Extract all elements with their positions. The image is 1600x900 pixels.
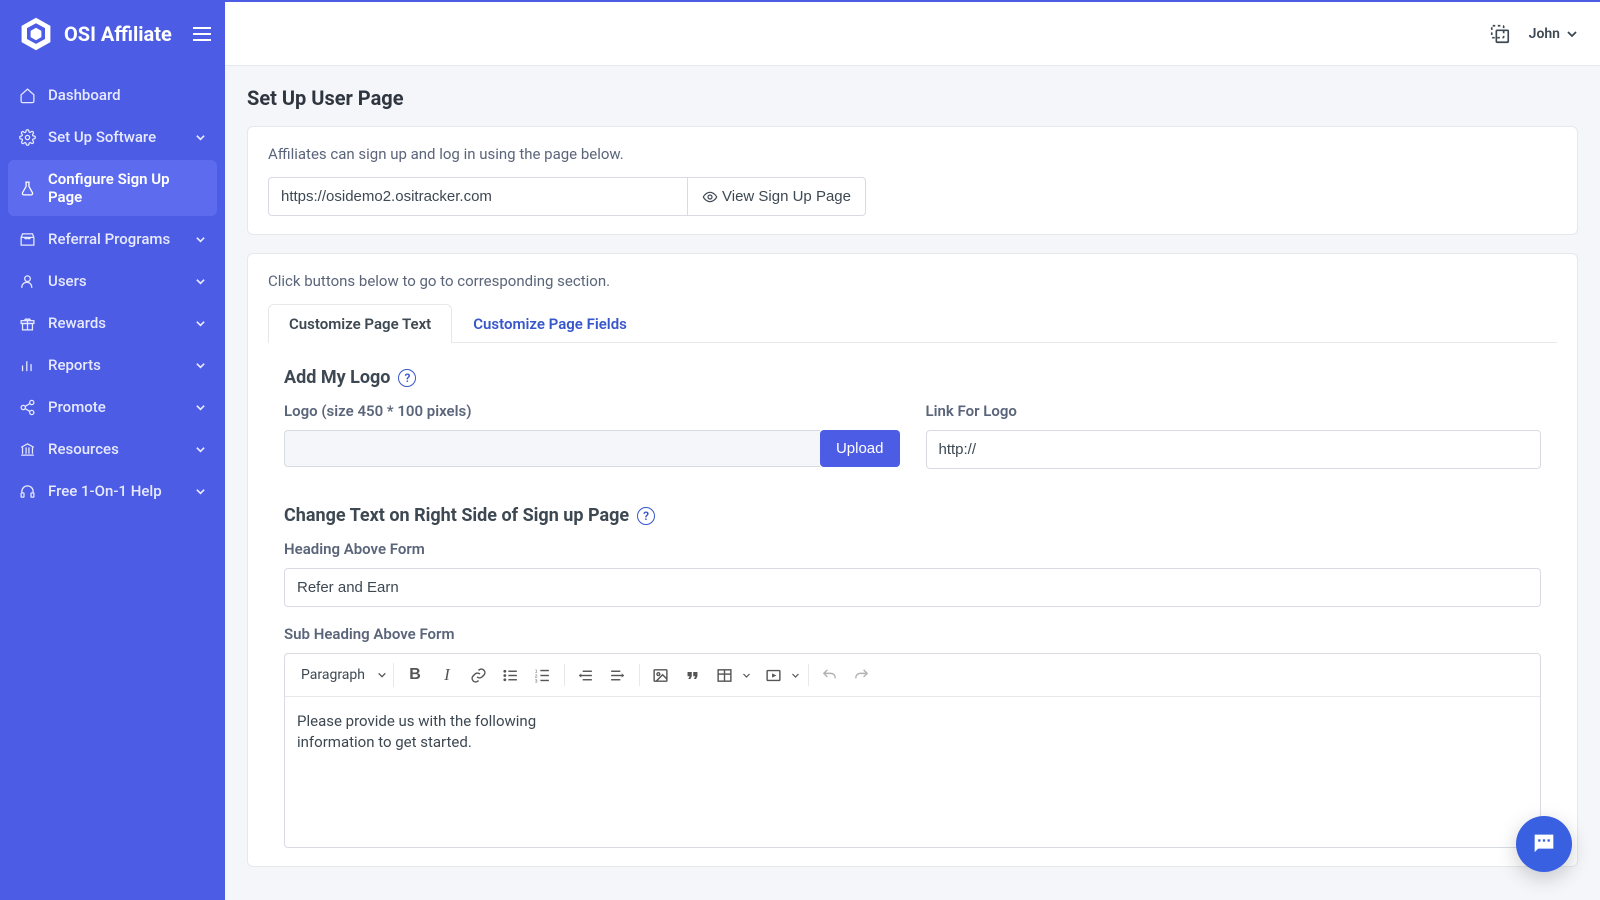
change-text-title: Change Text on Right Side of Sign up Pag… [268,505,1557,526]
sidebar-item-label: Promote [48,398,183,416]
chevron-down-icon [195,444,207,455]
share-icon [18,398,36,416]
devices-icon[interactable] [1489,23,1511,45]
headset-icon [18,482,36,500]
chevron-down-icon [195,234,207,245]
brand-logo-icon [18,16,54,52]
sidebar-item-label: Reports [48,356,183,374]
chevron-down-icon [195,318,207,329]
sidebar-item-label: Users [48,272,183,290]
chevron-down-icon [195,132,207,143]
gift-icon [18,314,36,332]
user-menu[interactable]: John [1529,26,1578,42]
sidebar-item-set-up-software[interactable]: Set Up Software [8,118,217,156]
brand-name: OSI Affiliate [64,22,183,46]
bold-button[interactable]: B [400,660,430,690]
media-button[interactable] [759,660,789,690]
heading-input[interactable] [284,568,1541,607]
sidebar-item-reports[interactable]: Reports [8,346,217,384]
editor-content[interactable]: Please provide us with the following inf… [285,697,1540,847]
chat-fab[interactable] [1516,816,1572,872]
svg-text:3: 3 [535,678,538,683]
chevron-down-icon [195,276,207,287]
chevron-down-icon [791,671,800,680]
sidebar-item-resources[interactable]: Resources [8,430,217,468]
flask-icon [18,179,36,197]
link-button[interactable] [464,660,494,690]
signup-url-input[interactable] [268,177,688,216]
view-signup-button[interactable]: View Sign Up Page [688,177,866,216]
signup-hint: Affiliates can sign up and log in using … [268,145,1557,163]
rich-text-editor: Paragraph B I 123 [284,653,1541,848]
sidebar-item-label: Dashboard [48,86,207,104]
link-for-logo-label: Link For Logo [926,402,1542,420]
sidebar-item-dashboard[interactable]: Dashboard [8,76,217,114]
sidebar-item-configure-sign-up-page[interactable]: Configure Sign Up Page [8,160,217,216]
eye-icon [702,189,718,205]
number-list-button[interactable]: 123 [528,660,558,690]
italic-button[interactable]: I [432,660,462,690]
image-button[interactable] [646,660,676,690]
section-hint: Click buttons below to go to correspondi… [268,272,1557,290]
sidebar-item-rewards[interactable]: Rewards [8,304,217,342]
topbar: John [225,2,1600,66]
logo-file-input[interactable] [284,430,820,467]
outdent-button[interactable] [571,660,601,690]
undo-button[interactable] [815,660,845,690]
sidebar-item-label: Free 1-On-1 Help [48,482,183,500]
sidebar-item-promote[interactable]: Promote [8,388,217,426]
sidebar-item-referral-programs[interactable]: Referral Programs [8,220,217,258]
chevron-down-icon [1566,28,1578,40]
chat-icon [1530,830,1558,858]
chevron-down-icon [377,670,387,680]
logo-label: Logo (size 450 * 100 pixels) [284,402,900,420]
user-icon [18,272,36,290]
paragraph-select[interactable]: Paragraph [293,663,373,687]
chevron-down-icon [195,360,207,371]
customize-card: Click buttons below to go to correspondi… [247,253,1578,867]
sidebar-item-label: Resources [48,440,183,458]
tab-customize-fields[interactable]: Customize Page Fields [452,304,648,343]
tab-customize-text[interactable]: Customize Page Text [268,304,452,343]
editor-toolbar: Paragraph B I 123 [285,654,1540,697]
home-icon [18,86,36,104]
sidebar-item-label: Rewards [48,314,183,332]
help-icon[interactable]: ? [637,507,655,525]
table-button[interactable] [710,660,740,690]
page-title: Set Up User Page [247,86,1578,110]
nav: Dashboard Set Up Software Configure Sign U… [0,66,225,514]
store-icon [18,230,36,248]
sidebar-item-users[interactable]: Users [8,262,217,300]
logo-link-input[interactable] [926,430,1542,469]
upload-button[interactable]: Upload [820,430,900,467]
svg-text:1: 1 [535,668,538,674]
chevron-down-icon [742,671,751,680]
svg-text:2: 2 [535,673,538,679]
gear-icon [18,128,36,146]
help-icon[interactable]: ? [398,369,416,387]
heading-label: Heading Above Form [284,540,1541,558]
redo-button[interactable] [847,660,877,690]
sidebar-item-label: Referral Programs [48,230,183,248]
chevron-down-icon [195,402,207,413]
chevron-down-icon [195,486,207,497]
user-name: John [1529,26,1560,42]
menu-toggle-icon[interactable] [193,27,211,41]
signup-url-card: Affiliates can sign up and log in using … [247,126,1578,235]
chart-icon [18,356,36,374]
add-logo-title: Add My Logo ? [268,367,1557,388]
sidebar-item-free-1-on-1-help[interactable]: Free 1-On-1 Help [8,472,217,510]
bank-icon [18,440,36,458]
subheading-label: Sub Heading Above Form [284,625,1541,643]
indent-button[interactable] [603,660,633,690]
sidebar-item-label: Set Up Software [48,128,183,146]
sidebar: OSI Affiliate Dashboard Set Up Software Co… [0,2,225,900]
bullet-list-button[interactable] [496,660,526,690]
content: Set Up User Page Affiliates can sign up … [225,66,1600,900]
sidebar-item-label: Configure Sign Up Page [48,170,207,206]
blockquote-button[interactable] [678,660,708,690]
